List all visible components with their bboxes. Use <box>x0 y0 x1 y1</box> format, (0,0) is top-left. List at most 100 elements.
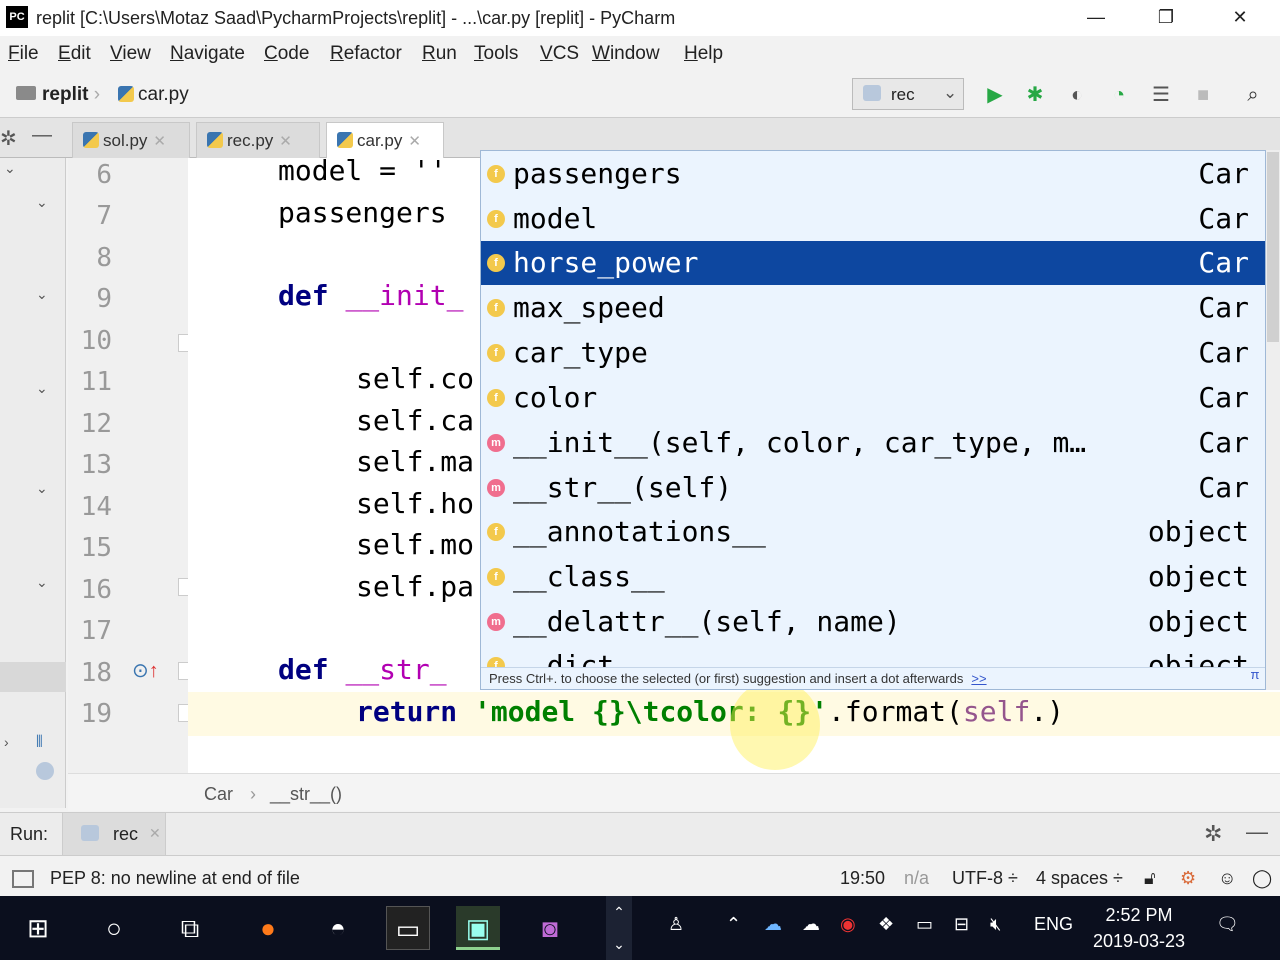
cortana-icon[interactable]: ○ <box>92 906 136 950</box>
completion-item[interactable]: f __class__ object <box>481 555 1265 599</box>
code-line-16[interactable]: self.pa <box>356 570 474 603</box>
hector-icon[interactable]: ☺ <box>1218 868 1236 889</box>
search-icon[interactable]: ⌕ <box>1240 82 1266 108</box>
dropbox-icon[interactable]: ❖ <box>878 914 894 935</box>
restore-button[interactable]: ❐ <box>1146 4 1186 30</box>
completion-item[interactable]: f car_type Car <box>481 331 1265 375</box>
menu-run[interactable]: Run <box>422 43 457 65</box>
expand-arrow-icon[interactable]: ⌄ <box>4 160 18 177</box>
nav-file[interactable]: car.py <box>118 84 189 106</box>
task-view-icon[interactable]: ⧉ <box>168 906 212 950</box>
run-tab[interactable]: rec ✕ <box>62 813 166 855</box>
collapse-icon[interactable]: — <box>32 124 52 147</box>
close-tab-icon[interactable]: ✕ <box>408 133 421 150</box>
antivirus-icon[interactable]: ◉ <box>840 914 856 935</box>
code-line-6[interactable]: model = '' <box>278 154 447 187</box>
nav-project[interactable]: replit › <box>16 84 100 106</box>
breadcrumb-class[interactable]: Car <box>204 784 233 805</box>
debug-icon[interactable]: ✱ <box>1022 82 1048 108</box>
network-icon[interactable]: ⊟ <box>954 914 969 935</box>
file-encoding[interactable]: UTF-8 ÷ <box>952 868 1018 889</box>
override-marker-icon[interactable]: ⊙↑ <box>132 658 159 683</box>
completion-item[interactable]: m __str__(self) Car <box>481 466 1265 510</box>
menu-file[interactable]: File <box>8 43 39 65</box>
windows-start-icon[interactable]: ⊞ <box>16 906 60 950</box>
menu-help[interactable]: Help <box>684 43 723 65</box>
cloud-icon[interactable]: ☁ <box>764 914 782 935</box>
notifications-icon[interactable]: 🗨︎ <box>1216 914 1239 935</box>
profile-icon[interactable]: ◔ <box>1106 82 1132 108</box>
menu-code[interactable]: Code <box>264 43 309 65</box>
hide-icon[interactable]: — <box>1246 819 1268 845</box>
completion-item[interactable]: f max_speed Car <box>481 286 1265 330</box>
language-indicator[interactable]: ENG <box>1034 914 1073 935</box>
expand-arrow-icon[interactable]: › <box>4 734 18 750</box>
completion-item[interactable]: m __delattr__(self, name) object <box>481 600 1265 644</box>
more-link[interactable]: >> <box>971 671 986 686</box>
code-line-18[interactable]: def __str_ <box>278 653 447 686</box>
code-line-12[interactable]: self.ca <box>356 404 474 437</box>
coverage-icon[interactable]: ◐ <box>1064 82 1090 108</box>
concurrency-icon[interactable]: ☰ <box>1148 82 1174 108</box>
completion-item[interactable]: f passengers Car <box>481 152 1265 196</box>
run-icon[interactable]: ▶ <box>982 82 1008 108</box>
clock[interactable]: 2:52 PM 2019-03-23 <box>1084 902 1194 954</box>
expand-arrow-icon[interactable]: ⌄ <box>36 194 50 211</box>
menu-vcs[interactable]: VCS <box>540 43 579 65</box>
caret-position[interactable]: 19:50 <box>840 868 885 889</box>
completion-item[interactable]: f __annotations__ object <box>481 510 1265 554</box>
menu-window[interactable]: Window <box>592 43 660 65</box>
tool-window-toggle-icon[interactable] <box>12 870 34 888</box>
expand-arrow-icon[interactable]: ⌄ <box>36 480 50 497</box>
tray-expand-icon[interactable]: ⌃ <box>726 914 741 935</box>
stop-icon[interactable]: ■ <box>1190 82 1216 108</box>
volume-mute-icon[interactable]: 🔇︎ <box>990 914 1001 935</box>
browser-icon[interactable]: ◓ <box>316 906 360 950</box>
close-tab-icon[interactable]: ✕ <box>279 133 292 150</box>
code-line-9[interactable]: def __init_ <box>278 279 463 312</box>
menu-tools[interactable]: Tools <box>474 43 518 65</box>
menu-refactor[interactable]: Refactor <box>330 43 402 65</box>
taskbar-scroll[interactable]: ⌃ ⌄ <box>606 896 632 960</box>
pi-icon[interactable]: π <box>1245 667 1265 689</box>
battery-icon[interactable]: ▭ <box>916 914 933 935</box>
gear-icon[interactable]: ✲ <box>0 126 17 151</box>
gear-icon[interactable]: ✲ <box>1204 821 1222 847</box>
pycharm-taskbar-icon[interactable]: ▣ <box>456 906 500 950</box>
code-line-13[interactable]: self.ma <box>356 445 474 478</box>
popup-scroll-thumb[interactable] <box>1267 152 1279 342</box>
close-tab-icon[interactable]: ✕ <box>149 825 161 842</box>
code-line-7[interactable]: passengers <box>278 196 447 229</box>
line-separator[interactable]: n/a <box>904 868 929 889</box>
event-log-icon[interactable]: ◯ <box>1252 868 1272 889</box>
code-line-14[interactable]: self.ho <box>356 487 474 520</box>
close-tab-icon[interactable]: ✕ <box>153 133 166 150</box>
lock-icon[interactable]: 🔓︎ <box>1144 868 1156 889</box>
terminal-icon[interactable]: ▭ <box>386 906 430 950</box>
expand-arrow-icon[interactable]: ⌄ <box>36 380 50 397</box>
tree-selected-row[interactable] <box>0 662 66 692</box>
close-button[interactable]: ✕ <box>1220 4 1260 30</box>
completion-item-selected[interactable]: f horse_power Car <box>481 241 1265 285</box>
completion-item[interactable]: f model Car <box>481 197 1265 241</box>
expand-arrow-icon[interactable]: ⌄ <box>36 574 50 591</box>
onedrive-icon[interactable]: ☁ <box>802 914 820 935</box>
firefox-icon[interactable]: ● <box>246 906 290 950</box>
menu-navigate[interactable]: Navigate <box>170 43 245 65</box>
menu-edit[interactable]: Edit <box>58 43 91 65</box>
indent-setting[interactable]: 4 spaces ÷ <box>1036 868 1123 889</box>
run-config-select[interactable]: rec ⌄ <box>852 78 964 110</box>
menu-view[interactable]: View <box>110 43 151 65</box>
breadcrumb-method[interactable]: __str__() <box>270 784 342 805</box>
completion-item[interactable]: m __init__(self, color, car_type, m… Car <box>481 421 1265 465</box>
teams-icon[interactable]: ◙ <box>528 906 572 950</box>
inspection-icon[interactable]: ⚙ <box>1180 868 1196 889</box>
code-line-11[interactable]: self.co <box>356 362 474 395</box>
code-line-19[interactable]: return 'model {}\tcolor: {}'.format(self… <box>356 695 1064 728</box>
tab-sol[interactable]: sol.py ✕ <box>72 122 190 158</box>
minimize-button[interactable]: — <box>1076 4 1116 30</box>
tab-car[interactable]: car.py ✕ <box>326 122 444 158</box>
people-icon[interactable]: ♙ <box>668 914 684 935</box>
tab-rec[interactable]: rec.py ✕ <box>196 122 320 158</box>
expand-arrow-icon[interactable]: ⌄ <box>36 286 50 303</box>
